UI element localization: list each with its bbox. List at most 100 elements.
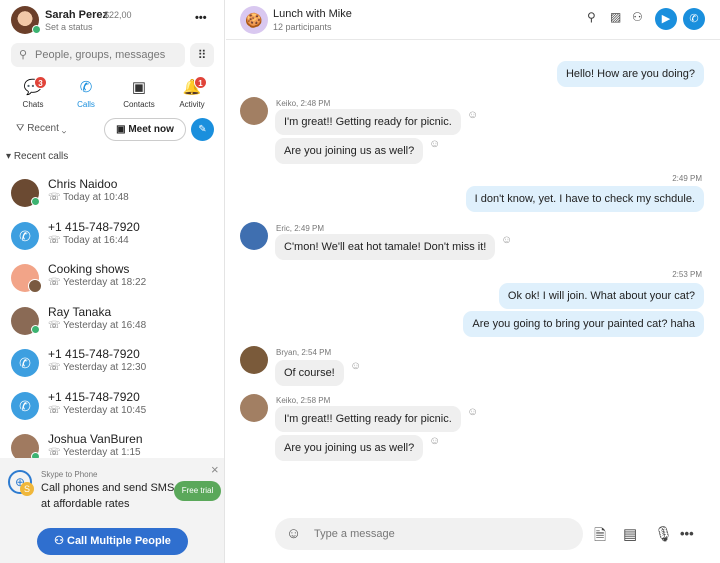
call-time-text: Yesterday at 10:45 [63, 405, 147, 416]
chat-icon: 💬 [23, 79, 43, 96]
call-direction-icon: ☏ [48, 405, 64, 416]
avatar[interactable] [240, 97, 268, 125]
phone-avatar: ✆ [11, 349, 39, 377]
promo-text: at affordable rates [41, 498, 130, 510]
bell-icon: 🔔 [182, 79, 202, 96]
filter-label: Recent [27, 123, 59, 134]
search-input[interactable]: ⚲ People, groups, messages [11, 43, 185, 67]
video-icon: ▶ [661, 13, 671, 25]
reaction-icon[interactable]: ☺ [467, 406, 478, 418]
reaction-icon[interactable]: ☺ [501, 234, 512, 246]
message-meta: Eric, 2:49 PM [276, 224, 325, 233]
emoji-icon[interactable]: ☺ [286, 525, 301, 542]
call-time-text: Today at 16:44 [63, 235, 129, 246]
tab-contacts[interactable]: ▣ Contacts [111, 78, 167, 109]
call-time-text: Yesterday at 12:30 [63, 362, 147, 373]
call-list-item[interactable]: ✆ +1 415-748-7920 ☏ Today at 16:44 [0, 215, 224, 257]
file-icon[interactable]: 🗎 [594, 525, 606, 550]
message-input[interactable]: Type a message [314, 528, 395, 540]
tab-label: Contacts [123, 100, 155, 109]
chat-title[interactable]: Lunch with Mike [273, 8, 352, 20]
call-direction-icon: ☏ [48, 192, 64, 203]
message-bubble[interactable]: I don't know, yet. I have to check my sc… [465, 186, 704, 212]
message-meta: 2:49 PM [672, 174, 702, 183]
message-bubble[interactable]: Are you going to bring your painted cat?… [463, 311, 704, 337]
dialpad-button[interactable]: ⠿ [190, 43, 214, 67]
presence-dot [31, 325, 40, 334]
call-name: Ray Tanaka [48, 305, 112, 319]
call-list-item[interactable]: ✆ +1 415-748-7920 ☏ Yesterday at 12:30 [0, 342, 224, 384]
message-bubble[interactable]: I'm great!! Getting ready for picnic. [275, 109, 461, 135]
tab-label: Activity [179, 100, 205, 109]
avatar[interactable] [240, 222, 268, 250]
call-name: +1 415-748-7920 [48, 347, 140, 361]
more-button[interactable]: ••• [195, 12, 207, 24]
call-list-item[interactable]: Chris Naidoo ☏ Today at 10:48 [0, 172, 224, 214]
message-bubble[interactable]: Hello! How are you doing? [556, 61, 704, 87]
call-list-item[interactable]: ✆ +1 415-748-7920 ☏ Yesterday at 10:45 [0, 385, 224, 427]
avatar[interactable] [240, 394, 268, 422]
tab-activity[interactable]: 🔔 1 Activity [164, 76, 220, 109]
section-recent-calls[interactable]: ▾ Recent calls [6, 151, 68, 162]
call-multiple-label: Call Multiple People [67, 535, 171, 547]
call-name: Chris Naidoo [48, 177, 118, 191]
tab-calls[interactable]: ✆ Calls [58, 78, 114, 109]
call-time: ☏ Today at 16:44 [48, 235, 129, 246]
profile-name[interactable]: Sarah Perez [45, 9, 108, 21]
message-bubble[interactable]: Are you joining us as well? [275, 435, 424, 461]
add-people-icon[interactable]: ⚇ [632, 10, 643, 24]
participants-count[interactable]: 12 participants [273, 22, 332, 32]
message-bubble[interactable]: Are you joining us as well? [275, 138, 424, 164]
group-avatar[interactable]: 🍪 [240, 6, 268, 34]
call-direction-icon: ☏ [48, 320, 64, 331]
call-time-text: Yesterday at 18:22 [63, 277, 147, 288]
microphone-icon[interactable]: 🎙 [654, 525, 673, 543]
video-call-button[interactable]: ▶ [655, 8, 677, 30]
filter-dropdown[interactable]: ⛛ Recent ⌄ [16, 123, 66, 134]
free-trial-button[interactable]: Free trial [174, 481, 221, 501]
contact-card-icon[interactable]: ▤ [623, 525, 637, 543]
call-multiple-people-button[interactable]: ⚇ Call Multiple People [37, 528, 188, 555]
search-icon[interactable]: ⚲ [587, 10, 596, 24]
status[interactable]: Set a status [45, 22, 93, 32]
message-bubble[interactable]: Of course! [275, 360, 344, 386]
meet-now-button[interactable]: ▣ Meet now [104, 118, 186, 141]
avatar[interactable] [240, 346, 268, 374]
close-icon[interactable]: × [211, 462, 219, 477]
new-chat-button[interactable]: ✎ [191, 118, 214, 141]
call-time: ☏ Yesterday at 1:15 [48, 447, 141, 458]
promo-title: Skype to Phone [41, 470, 98, 479]
call-name: +1 415-748-7920 [48, 220, 140, 234]
call-name: Joshua VanBuren [48, 432, 143, 446]
call-time: ☏ Yesterday at 10:45 [48, 405, 146, 416]
phone-avatar: ✆ [11, 222, 39, 250]
call-list-item[interactable]: Ray Tanaka ☏ Yesterday at 16:48 [0, 300, 224, 342]
reaction-icon[interactable]: ☺ [429, 435, 440, 447]
message-bubble[interactable]: Ok ok! I will join. What about your cat? [498, 283, 704, 309]
call-direction-icon: ☏ [48, 277, 64, 288]
call-list-item[interactable]: Cooking shows ☏ Yesterday at 18:22 [0, 257, 224, 299]
more-icon[interactable]: ••• [680, 526, 694, 541]
message-bubble[interactable]: C'mon! We'll eat hot tamale! Don't miss … [275, 234, 496, 260]
video-icon: ▣ [116, 124, 129, 135]
call-time-text: Yesterday at 16:48 [63, 320, 147, 331]
call-time: ☏ Yesterday at 12:30 [48, 362, 146, 373]
message-bubble[interactable]: I'm great!! Getting ready for picnic. [275, 406, 461, 432]
promo-text: Call phones and send SMS [41, 482, 175, 494]
call-direction-icon: ☏ [48, 447, 64, 458]
message-meta: Keiko, 2:58 PM [276, 396, 331, 405]
tab-chats[interactable]: 💬 3 Chats [5, 76, 61, 109]
reaction-icon[interactable]: ☺ [350, 360, 361, 372]
search-icon: ⚲ [19, 49, 28, 61]
audio-call-button[interactable]: ✆ [683, 8, 705, 30]
group-icon: ⚇ [54, 535, 67, 547]
reaction-icon[interactable]: ☺ [467, 109, 478, 121]
contacts-icon: ▣ [131, 79, 147, 96]
message-composer[interactable]: ☺ Type a message [275, 518, 583, 550]
sidebar: Sarah Perez $22,00 Set a status ••• ⚲ Peo… [0, 0, 225, 563]
gallery-icon[interactable]: ▨ [610, 10, 621, 24]
call-time: ☏ Today at 10:48 [48, 192, 129, 203]
reaction-icon[interactable]: ☺ [429, 138, 440, 150]
search-placeholder: People, groups, messages [35, 49, 166, 61]
dialpad-icon: ⠿ [197, 48, 207, 62]
